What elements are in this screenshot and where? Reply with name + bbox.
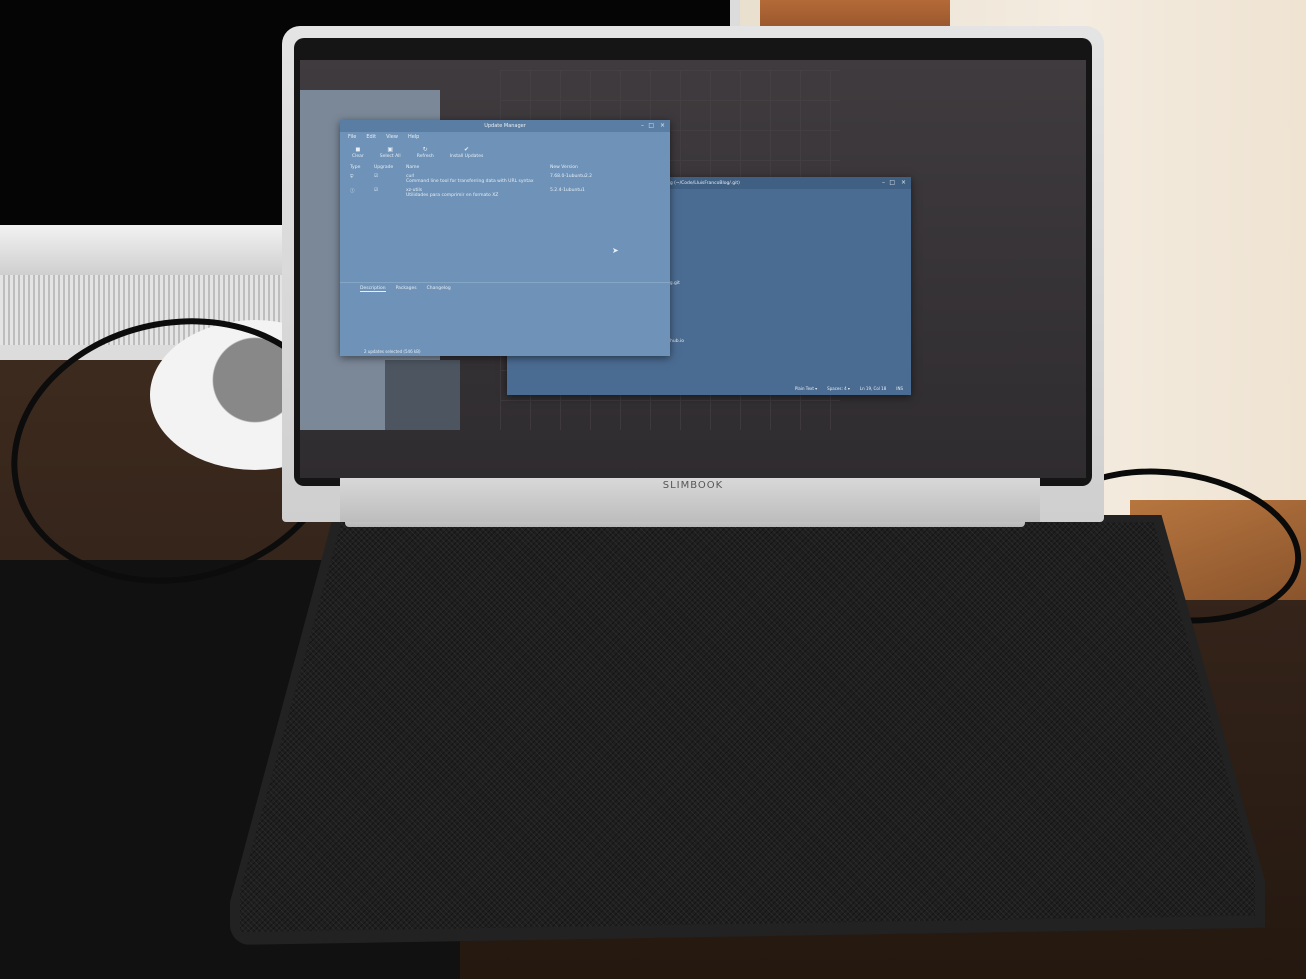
laptop-screen: fig (~/Code/LluisFrancoBlog/.git) – □ × … xyxy=(300,60,1086,478)
column-upgrade[interactable]: Upgrade xyxy=(374,165,406,170)
laptop-base-texture xyxy=(240,522,1255,932)
menu-view[interactable]: View xyxy=(386,134,398,140)
indentation-selector[interactable]: Spaces: 4 ▾ xyxy=(827,386,850,391)
mouse-cursor-icon: ➤ xyxy=(612,246,619,255)
refresh-button[interactable]: ↻ Refresh xyxy=(417,146,434,159)
minimize-icon[interactable]: – xyxy=(641,120,644,132)
cursor-position: Ln 19, Col 18 xyxy=(859,386,887,391)
package-description: Command line tool for transferring data … xyxy=(406,179,534,184)
background-window-sidebar xyxy=(385,360,460,430)
column-name[interactable]: Name xyxy=(406,165,550,170)
photo-scene: SLIMBOOK fig (~/Code/LluisFrancoBlog/.gi… xyxy=(0,0,1306,979)
insert-mode: INS xyxy=(896,386,903,391)
clear-label: Clear xyxy=(352,154,364,159)
column-new-version[interactable]: New Version xyxy=(550,165,640,170)
menu-file[interactable]: File xyxy=(348,134,356,140)
minimize-icon[interactable]: – xyxy=(882,177,885,189)
column-type[interactable]: Type xyxy=(350,165,374,170)
select-all-button[interactable]: ▣ Select All xyxy=(380,146,401,159)
install-updates-label: Install Updates xyxy=(449,154,484,159)
column-headers: Type Upgrade Name New Version xyxy=(340,163,670,172)
select-all-icon: ▣ xyxy=(387,146,394,153)
update-manager-titlebar[interactable]: Update Manager – □ × xyxy=(340,120,670,132)
maximize-icon[interactable]: □ xyxy=(648,120,654,132)
window-title: Update Manager xyxy=(484,123,526,129)
checkmark-icon: ✔ xyxy=(463,146,470,153)
refresh-label: Refresh xyxy=(416,154,434,159)
update-manager-window: Update Manager – □ × File Edit View Help… xyxy=(340,120,670,356)
package-version: 5.2.4-1ubuntu1 xyxy=(550,188,585,193)
editor-statusbar: Plain Text ▾ Spaces: 4 ▾ Ln 19, Col 18 I… xyxy=(795,386,903,391)
brand-label: SLIMBOOK xyxy=(662,480,724,491)
select-all-label: Select All xyxy=(379,154,401,159)
upgrade-checkbox[interactable]: ☑ xyxy=(374,188,406,198)
menu-edit[interactable]: Edit xyxy=(366,134,376,140)
divider xyxy=(340,282,670,283)
close-icon[interactable]: × xyxy=(660,120,665,132)
close-icon[interactable]: × xyxy=(901,177,906,189)
tab-description[interactable]: Description xyxy=(360,286,386,292)
status-text: 2 updates selected (546 kB) xyxy=(364,349,421,354)
tab-packages[interactable]: Packages xyxy=(396,286,417,292)
table-row[interactable]: ⛨ ☑ curl Command line tool for transferr… xyxy=(340,172,670,186)
refresh-icon: ↻ xyxy=(422,146,428,153)
package-version: 7.68.0-1ubuntu2.2 xyxy=(550,174,592,179)
table-row[interactable]: ⓘ ☑ xz-utils Utilidades para comprimir e… xyxy=(340,186,670,200)
install-updates-button[interactable]: ✔ Install Updates xyxy=(450,146,484,159)
tab-changelog[interactable]: Changelog xyxy=(427,286,451,292)
maximize-icon[interactable]: □ xyxy=(889,177,895,189)
toolbar: ◼ Clear ▣ Select All ↻ Refresh ✔ Install… xyxy=(340,142,670,163)
details-tabs: Description Packages Changelog xyxy=(360,286,451,292)
upgrade-checkbox[interactable]: ☑ xyxy=(374,174,406,184)
menu-help[interactable]: Help xyxy=(408,134,419,140)
editor-title: fig (~/Code/LluisFrancoBlog/.git) xyxy=(667,181,740,186)
language-selector[interactable]: Plain Text ▾ xyxy=(795,386,817,391)
clear-button[interactable]: ◼ Clear xyxy=(352,146,364,159)
info-icon: ⓘ xyxy=(350,189,355,194)
security-icon: ⛨ xyxy=(350,175,354,180)
menubar: File Edit View Help xyxy=(340,132,670,142)
clear-icon: ◼ xyxy=(355,146,361,153)
package-description: Utilidades para comprimir en formato XZ xyxy=(406,193,499,198)
